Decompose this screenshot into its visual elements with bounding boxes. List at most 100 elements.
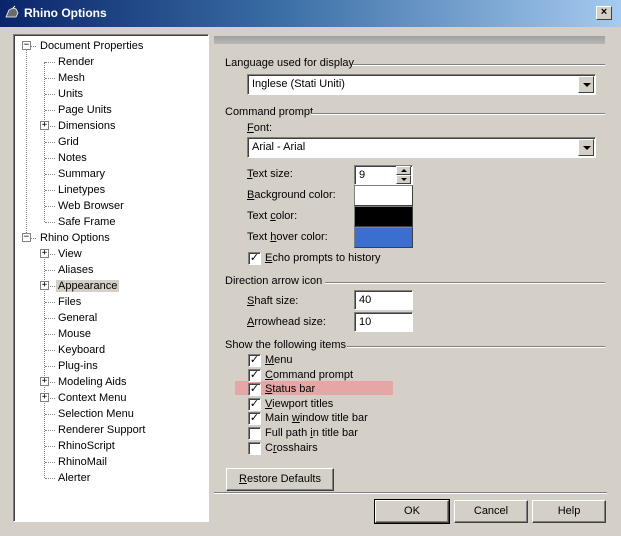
tree-connector — [45, 142, 55, 143]
hover-color-swatch[interactable] — [354, 227, 413, 248]
background-color-label: Background color: — [247, 189, 336, 201]
tree-item-summary[interactable]: Summary — [56, 166, 107, 182]
options-tree[interactable]: Document Properties − Render Mesh Units Page … — [13, 34, 209, 522]
text-size-stepper[interactable] — [396, 166, 411, 184]
collapse-icon[interactable]: − — [22, 233, 31, 242]
tree-item-rhino-options[interactable]: Rhino Options — [38, 230, 112, 246]
close-button[interactable]: × — [596, 6, 612, 20]
tree-item-grid[interactable]: Grid — [56, 134, 81, 150]
tree-connector — [45, 94, 55, 95]
tree-item-label: Context Menu — [58, 392, 127, 404]
font-label: Font: — [247, 122, 273, 134]
tree-item-alerter[interactable]: Alerter — [56, 470, 92, 486]
tree-item-rhinomail[interactable]: RhinoMail — [56, 454, 109, 470]
tree-item-label: Grid — [58, 136, 79, 148]
chevron-down-icon[interactable] — [578, 139, 594, 156]
tree-item-renderer-support[interactable]: Renderer Support — [56, 422, 147, 438]
tree-item-label: Summary — [58, 168, 106, 180]
help-button[interactable]: Help — [532, 500, 606, 523]
tree-item-plug-ins[interactable]: Plug-ins — [56, 358, 100, 374]
text-size-label: Text size: — [247, 168, 293, 180]
tree-connector — [45, 478, 55, 479]
tree-connector — [45, 270, 55, 271]
shaft-size-label: Shaft size: — [247, 295, 299, 307]
language-value: Inglese (Stati Uniti) — [252, 78, 345, 90]
arrowhead-size-input[interactable]: 10 — [354, 312, 413, 332]
tree-item-dimensions[interactable]: Dimensions — [56, 118, 117, 134]
check-icon: ✓ — [249, 412, 260, 424]
tree-item-label: Rhino Options — [40, 232, 110, 244]
tree-item-rhinoscript[interactable]: RhinoScript — [56, 438, 117, 454]
expand-icon[interactable]: + — [40, 377, 49, 386]
viewport-titles-label: Viewport titles — [265, 398, 334, 410]
restore-defaults-button[interactable]: Restore Defaults — [226, 468, 334, 491]
panel-header-bar — [214, 36, 605, 44]
font-value: Arial - Arial — [252, 141, 306, 153]
collapse-icon[interactable]: − — [22, 41, 31, 50]
tree-item-render[interactable]: Render — [56, 54, 96, 70]
check-icon: ✓ — [249, 398, 260, 410]
group-divider — [352, 64, 605, 66]
chevron-down-icon[interactable] — [578, 76, 594, 93]
text-color-label: Text color: — [247, 210, 298, 222]
viewport-titles-checkbox[interactable]: ✓ — [248, 398, 261, 411]
tree-item-label: Appearance — [56, 280, 120, 292]
tree-item-files[interactable]: Files — [56, 294, 83, 310]
cancel-button[interactable]: Cancel — [454, 500, 528, 523]
shaft-size-input[interactable]: 40 — [354, 290, 413, 310]
ok-button[interactable]: OK — [374, 499, 450, 524]
tree-item-label: Safe Frame — [58, 216, 116, 228]
tree-item-safe-frame[interactable]: Safe Frame — [56, 214, 117, 230]
tree-item-label: Mesh — [58, 72, 85, 84]
full-path-in-title-bar-checkbox[interactable] — [248, 427, 261, 440]
main-window-title-bar-checkbox[interactable]: ✓ — [248, 412, 261, 425]
tree-item-linetypes[interactable]: Linetypes — [56, 182, 107, 198]
tree-connector — [45, 302, 55, 303]
expand-icon[interactable]: + — [40, 281, 49, 290]
tree-item-aliases[interactable]: Aliases — [56, 262, 95, 278]
group-divider — [347, 346, 605, 348]
language-dropdown[interactable]: Inglese (Stati Uniti) — [247, 74, 596, 95]
tree-item-units[interactable]: Units — [56, 86, 85, 102]
expand-icon[interactable]: + — [40, 393, 49, 402]
tree-item-context-menu[interactable]: Context Menu — [56, 390, 128, 406]
crosshairs-checkbox[interactable] — [248, 442, 261, 455]
direction-arrow-group-label: Direction arrow icon — [225, 275, 323, 287]
tree-item-general[interactable]: General — [56, 310, 99, 326]
shaft-size-value: 40 — [359, 294, 372, 306]
text-color-swatch[interactable] — [354, 206, 413, 227]
tree-item-mesh[interactable]: Mesh — [56, 70, 87, 86]
background-color-swatch[interactable] — [354, 185, 413, 206]
echo-prompts-label: Echo prompts to history — [265, 252, 381, 264]
tree-connector — [45, 190, 55, 191]
status-bar-checkbox[interactable]: ✓ — [248, 383, 261, 396]
command-prompt-checkbox[interactable]: ✓ — [248, 369, 261, 382]
tree-item-label: Web Browser — [58, 200, 124, 212]
font-dropdown[interactable]: Arial - Arial — [247, 137, 596, 158]
crosshairs-label: Crosshairs — [265, 442, 318, 454]
stepper-down-icon[interactable] — [396, 175, 411, 184]
echo-prompts-checkbox[interactable]: ✓ — [248, 252, 261, 265]
tree-connector — [45, 414, 55, 415]
tree-item-mouse[interactable]: Mouse — [56, 326, 93, 342]
tree-connector — [45, 366, 55, 367]
tree-item-web-browser[interactable]: Web Browser — [56, 198, 126, 214]
tree-item-selection-menu[interactable]: Selection Menu — [56, 406, 136, 422]
tree-item-modeling-aids[interactable]: Modeling Aids — [56, 374, 129, 390]
tree-connector — [45, 62, 55, 63]
tree-item-label: Renderer Support — [58, 424, 146, 436]
tree-item-label: Selection Menu — [58, 408, 134, 420]
tree-item-keyboard[interactable]: Keyboard — [56, 342, 107, 358]
menu-checkbox[interactable]: ✓ — [248, 354, 261, 367]
tree-item-label: Mouse — [58, 328, 92, 340]
tree-item-notes[interactable]: Notes — [56, 150, 89, 166]
tree-connector — [45, 350, 55, 351]
expand-icon[interactable]: + — [40, 249, 49, 258]
tree-item-page-units[interactable]: Page Units — [56, 102, 114, 118]
tree-item-document-properties[interactable]: Document Properties — [38, 38, 145, 54]
expand-icon[interactable]: + — [40, 121, 49, 130]
tree-item-appearance[interactable]: Appearance — [56, 278, 120, 294]
command-prompt-group-label: Command prompt — [225, 106, 314, 118]
tree-item-view[interactable]: View — [56, 246, 84, 262]
stepper-up-icon[interactable] — [396, 166, 411, 175]
